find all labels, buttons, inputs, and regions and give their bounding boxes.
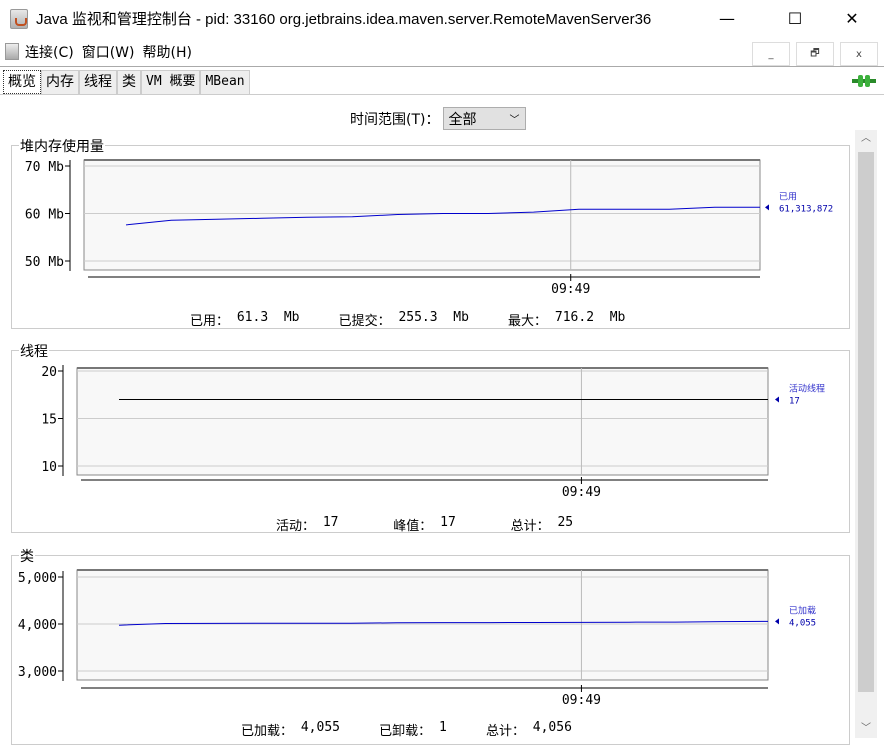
stat-label: 峰值：	[393, 519, 433, 534]
vertical-scrollbar[interactable]: ︿ ﹀	[855, 130, 877, 738]
stat-label: 已卸载：	[379, 724, 432, 739]
threads-stats: 活动： 17 峰值： 17 总计： 25	[276, 515, 573, 534]
plot-area	[83, 159, 761, 271]
x-tick-label: 09:49	[551, 282, 590, 297]
legend-name: 已加载	[789, 604, 816, 616]
y-tick-label: 60 Mb	[25, 208, 64, 223]
legend-marker-icon	[775, 618, 779, 625]
legend-value: 4,055	[789, 618, 816, 628]
y-tick-label: 4,000	[18, 618, 57, 633]
scroll-down-icon[interactable]: ﹀	[855, 720, 877, 738]
legend-marker-icon	[765, 204, 769, 211]
stat-unit: Mb	[453, 310, 469, 325]
y-tick-label: 20	[41, 365, 57, 380]
legend-marker-icon	[775, 396, 779, 403]
scrollbar-thumb[interactable]	[858, 152, 874, 692]
stat-label: 活动：	[276, 519, 316, 534]
stat-label: 总计：	[510, 519, 550, 534]
heap-stats: 已用： 61.3 Mb 已提交： 255.3 Mb 最大： 716.2 Mb	[190, 310, 625, 329]
stat-value: 4,056	[532, 720, 572, 735]
legend-value: 61,313,872	[779, 204, 833, 214]
stat-value: 1	[438, 720, 447, 735]
stat-label: 已用：	[190, 314, 230, 329]
y-tick-label: 3,000	[18, 665, 57, 680]
stat-label: 已提交：	[338, 314, 391, 329]
stat-label: 已加载：	[241, 724, 294, 739]
stat-value: 716.2	[554, 310, 595, 325]
stat-value: 17	[322, 515, 339, 530]
classes-stats: 已加载： 4,055 已卸载： 1 总计： 4,056	[241, 720, 572, 739]
stat-value: 255.3	[398, 310, 438, 325]
y-tick-label: 15	[41, 413, 57, 428]
y-tick-label: 10	[41, 460, 57, 475]
x-tick-label: 09:49	[562, 693, 601, 708]
y-tick-label: 70 Mb	[25, 160, 64, 175]
stat-unit: Mb	[283, 310, 300, 325]
stat-value: 61.3	[236, 310, 269, 325]
scroll-up-icon[interactable]: ︿	[855, 130, 877, 148]
plot-area	[76, 569, 769, 681]
stat-value: 17	[440, 515, 456, 530]
y-tick-label: 50 Mb	[25, 255, 64, 270]
stat-label: 最大：	[508, 314, 548, 329]
y-tick-label: 5,000	[18, 571, 57, 586]
stat-label: 总计：	[485, 724, 525, 739]
stat-value: 25	[557, 515, 574, 530]
legend-name: 活动线程	[789, 383, 825, 395]
legend-value: 17	[789, 397, 800, 407]
stat-unit: Mb	[609, 310, 626, 325]
legend-name: 已用	[779, 191, 797, 202]
charts-layer: 70 Mb 60 Mb 50 Mb 09:49 已用 61,313,872 20 15 10 09…	[18, 159, 833, 708]
x-tick-label: 09:49	[562, 485, 601, 500]
plot-area	[76, 367, 769, 476]
stat-value: 4,055	[300, 720, 340, 735]
